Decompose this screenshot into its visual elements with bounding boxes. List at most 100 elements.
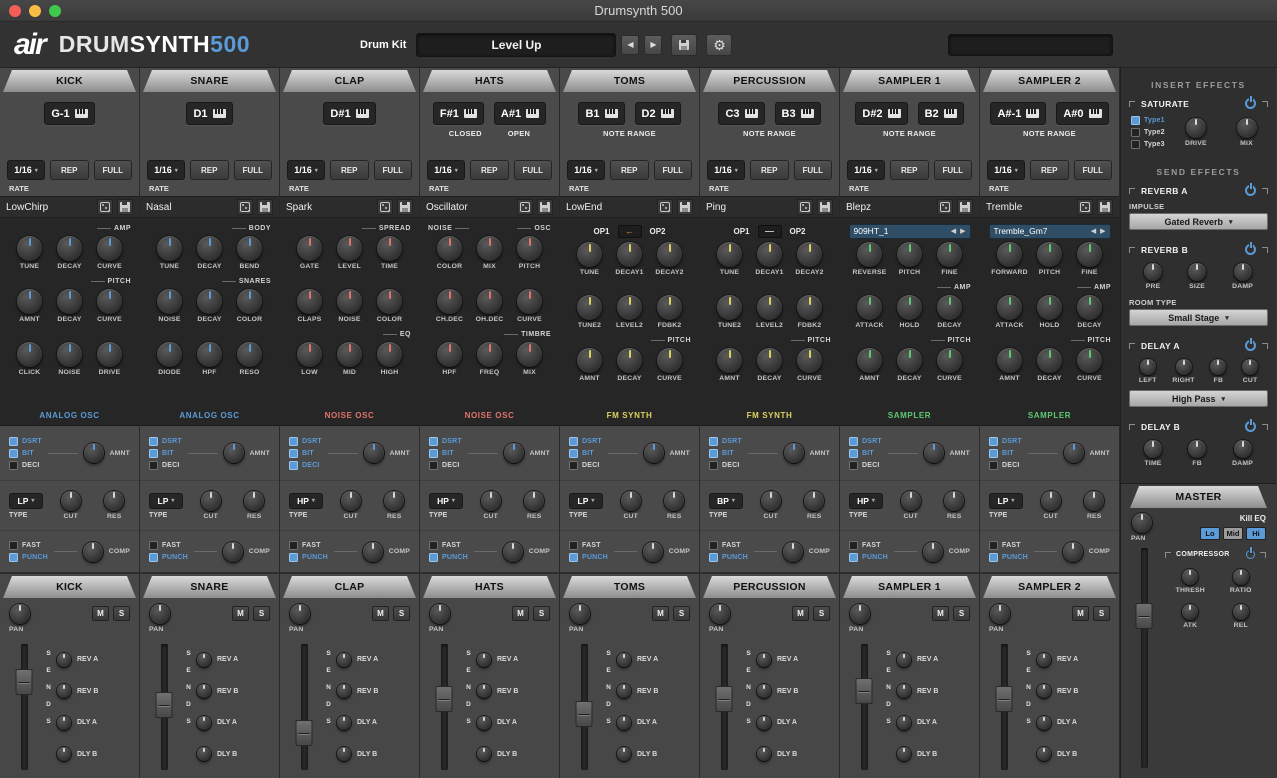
fader-track[interactable] <box>861 644 868 770</box>
dly-a-send-knob[interactable] <box>1037 716 1051 730</box>
hpf-knob[interactable] <box>197 342 222 367</box>
rate-select[interactable]: 1/16▾ <box>427 160 465 180</box>
decay1-knob[interactable] <box>617 242 642 267</box>
rev-a-send-knob[interactable] <box>197 653 211 667</box>
dly-b-send-knob[interactable] <box>477 747 491 761</box>
comp-knob[interactable] <box>503 542 523 562</box>
cut-knob[interactable] <box>201 491 221 511</box>
mute-button[interactable]: M <box>92 606 109 621</box>
pan-knob[interactable] <box>710 604 730 624</box>
bit-checkbox[interactable]: BIT <box>9 449 42 458</box>
amnt-knob[interactable] <box>924 443 944 463</box>
settings-button[interactable]: ⚙ <box>706 34 732 56</box>
dsrt-checkbox[interactable]: DSRT <box>9 437 42 446</box>
fader-track[interactable] <box>721 644 728 770</box>
mute-button[interactable]: M <box>372 606 389 621</box>
preset-name[interactable]: Spark <box>286 202 373 213</box>
dly-a-send-knob[interactable] <box>197 716 211 730</box>
fader-track[interactable] <box>301 644 308 770</box>
preset-name[interactable]: Ping <box>706 202 793 213</box>
mute-button[interactable]: M <box>792 606 809 621</box>
oh-dec-knob[interactable] <box>477 289 502 314</box>
save-preset-button[interactable] <box>957 199 973 215</box>
solo-button[interactable]: S <box>113 606 130 621</box>
save-preset-button[interactable] <box>817 199 833 215</box>
solo-button[interactable]: S <box>673 606 690 621</box>
dsrt-checkbox[interactable]: DSRT <box>709 437 742 446</box>
forward-knob[interactable] <box>997 242 1022 267</box>
rev-b-send-knob[interactable] <box>1037 684 1051 698</box>
drive-knob[interactable] <box>97 342 122 367</box>
decay2-knob[interactable] <box>657 242 682 267</box>
delay-a-power-button[interactable] <box>1245 340 1256 351</box>
master-pan-knob[interactable] <box>1132 513 1152 533</box>
fast-checkbox[interactable]: FAST <box>429 541 468 550</box>
delay-filter-select[interactable]: High Pass ▾ <box>1129 390 1268 407</box>
deci-checkbox[interactable]: DECI <box>989 461 1022 470</box>
dly-a-send-knob[interactable] <box>757 716 771 730</box>
amnt-knob[interactable] <box>364 443 384 463</box>
tune2-knob[interactable] <box>717 295 742 320</box>
cut-knob[interactable] <box>761 491 781 511</box>
amnt-knob[interactable] <box>84 443 104 463</box>
randomize-preset-button[interactable] <box>937 199 953 215</box>
dly-a-send-knob[interactable] <box>337 716 351 730</box>
preset-name[interactable]: Oscillator <box>426 202 513 213</box>
color-knob[interactable] <box>437 236 462 261</box>
comp-knob[interactable] <box>783 542 803 562</box>
note-button[interactable]: D2 <box>635 102 681 125</box>
fb-knob[interactable] <box>1210 359 1226 375</box>
hold-knob[interactable] <box>897 295 922 320</box>
filter-type-select[interactable]: HP▾ <box>849 493 883 509</box>
reverb-b-power-button[interactable] <box>1245 244 1256 255</box>
filter-type-select[interactable]: LP▾ <box>989 493 1023 509</box>
punch-checkbox[interactable]: PUNCH <box>429 553 468 562</box>
bit-checkbox[interactable]: BIT <box>989 449 1022 458</box>
rev-b-send-knob[interactable] <box>897 684 911 698</box>
claps-knob[interactable] <box>297 289 322 314</box>
cut-knob[interactable] <box>341 491 361 511</box>
fast-checkbox[interactable]: FAST <box>989 541 1028 550</box>
randomize-preset-button[interactable] <box>377 199 393 215</box>
rate-select[interactable]: 1/16▾ <box>287 160 325 180</box>
dly-b-send-knob[interactable] <box>897 747 911 761</box>
decay-knob[interactable] <box>1037 348 1062 373</box>
low-knob[interactable] <box>297 342 322 367</box>
bit-checkbox[interactable]: BIT <box>849 449 882 458</box>
cut-knob[interactable] <box>61 491 81 511</box>
time-knob[interactable] <box>1144 440 1162 458</box>
hold-knob[interactable] <box>1037 295 1062 320</box>
repeat-button[interactable]: REP <box>330 160 369 180</box>
full-button[interactable]: FULL <box>654 160 693 180</box>
note-button[interactable]: D#2 <box>855 102 907 125</box>
reverb-a-power-button[interactable] <box>1245 185 1256 196</box>
rev-b-send-knob[interactable] <box>477 684 491 698</box>
deci-checkbox[interactable]: DECI <box>569 461 602 470</box>
rev-a-send-knob[interactable] <box>1037 653 1051 667</box>
gate-knob[interactable] <box>297 236 322 261</box>
left-knob[interactable] <box>1140 359 1156 375</box>
solo-button[interactable]: S <box>533 606 550 621</box>
randomize-preset-button[interactable] <box>797 199 813 215</box>
rate-select[interactable]: 1/16▾ <box>7 160 45 180</box>
rev-a-send-knob[interactable] <box>57 653 71 667</box>
fast-checkbox[interactable]: FAST <box>149 541 188 550</box>
deci-checkbox[interactable]: DECI <box>9 461 42 470</box>
time-knob[interactable] <box>377 236 402 261</box>
pan-knob[interactable] <box>850 604 870 624</box>
decay-knob[interactable] <box>897 348 922 373</box>
pan-knob[interactable] <box>150 604 170 624</box>
res-knob[interactable] <box>664 491 684 511</box>
preset-name[interactable]: Nasal <box>146 202 233 213</box>
punch-checkbox[interactable]: PUNCH <box>569 553 608 562</box>
save-preset-button[interactable] <box>397 199 413 215</box>
pan-knob[interactable] <box>290 604 310 624</box>
pitch-knob[interactable] <box>1037 242 1062 267</box>
repeat-button[interactable]: REP <box>890 160 929 180</box>
pan-knob[interactable] <box>10 604 30 624</box>
fb-knob[interactable] <box>1188 440 1206 458</box>
filter-type-select[interactable]: LP▾ <box>9 493 43 509</box>
repeat-button[interactable]: REP <box>750 160 789 180</box>
prev-sample-icon[interactable]: ◀ <box>951 227 956 235</box>
dly-a-send-knob[interactable] <box>897 716 911 730</box>
